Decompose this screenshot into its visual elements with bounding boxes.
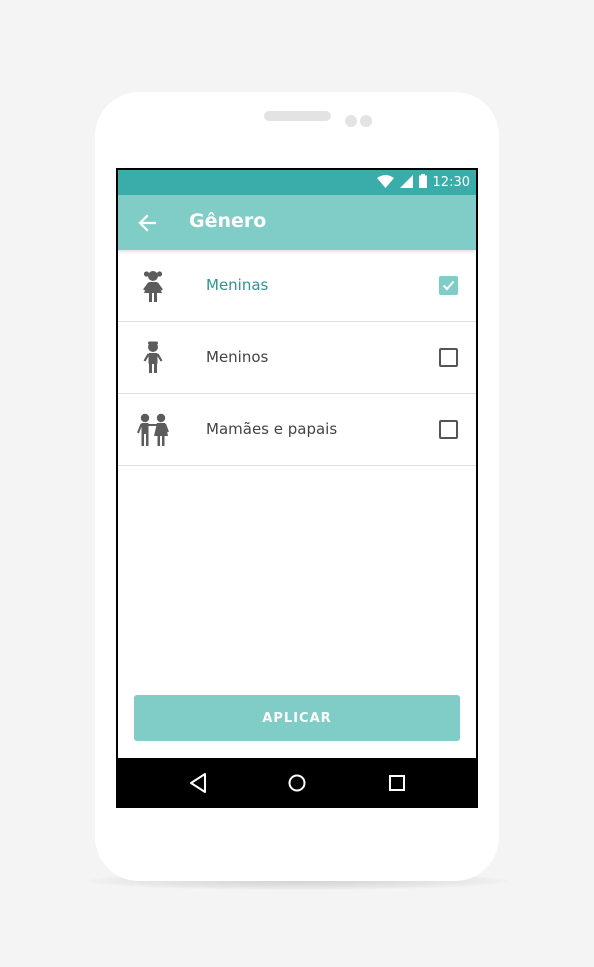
couple-icon	[136, 412, 170, 448]
page-title: Gênero	[189, 210, 267, 232]
wifi-icon	[376, 173, 394, 192]
status-time: 12:30	[432, 175, 470, 190]
checkbox-meninas[interactable]	[439, 276, 458, 295]
boy-icon	[136, 340, 170, 376]
nav-home-icon[interactable]	[284, 770, 310, 796]
phone-sensor-dot	[360, 115, 372, 127]
girl-icon	[136, 268, 170, 304]
option-row-meninos[interactable]: Meninos	[118, 322, 476, 394]
android-nav-bar	[118, 758, 476, 806]
signal-icon	[399, 173, 413, 192]
checkbox-mamaes-e-papais[interactable]	[439, 420, 458, 439]
app-bar: Gênero	[118, 195, 476, 250]
apply-button[interactable]: APLICAR	[134, 695, 460, 741]
option-row-mamaes-e-papais[interactable]: Mamães e papais	[118, 394, 476, 466]
back-arrow-icon[interactable]	[136, 212, 158, 234]
phone-speaker	[264, 111, 331, 121]
filter-list: Meninas Meninos Mamães e papais APLICAR	[118, 250, 476, 758]
option-row-meninas[interactable]: Meninas	[118, 250, 476, 322]
status-bar: 12:30	[118, 170, 476, 195]
phone-screen: 12:30 Gênero Meninas Meninos Mamães e pa…	[116, 168, 478, 808]
option-label-meninos: Meninos	[206, 348, 269, 366]
option-label-meninas: Meninas	[206, 276, 269, 294]
nav-recents-icon[interactable]	[384, 770, 410, 796]
nav-back-icon[interactable]	[186, 770, 212, 796]
checkbox-meninos[interactable]	[439, 348, 458, 367]
phone-camera-dot	[345, 115, 357, 127]
battery-icon	[418, 173, 427, 192]
option-label-mamaes-e-papais: Mamães e papais	[206, 420, 338, 438]
